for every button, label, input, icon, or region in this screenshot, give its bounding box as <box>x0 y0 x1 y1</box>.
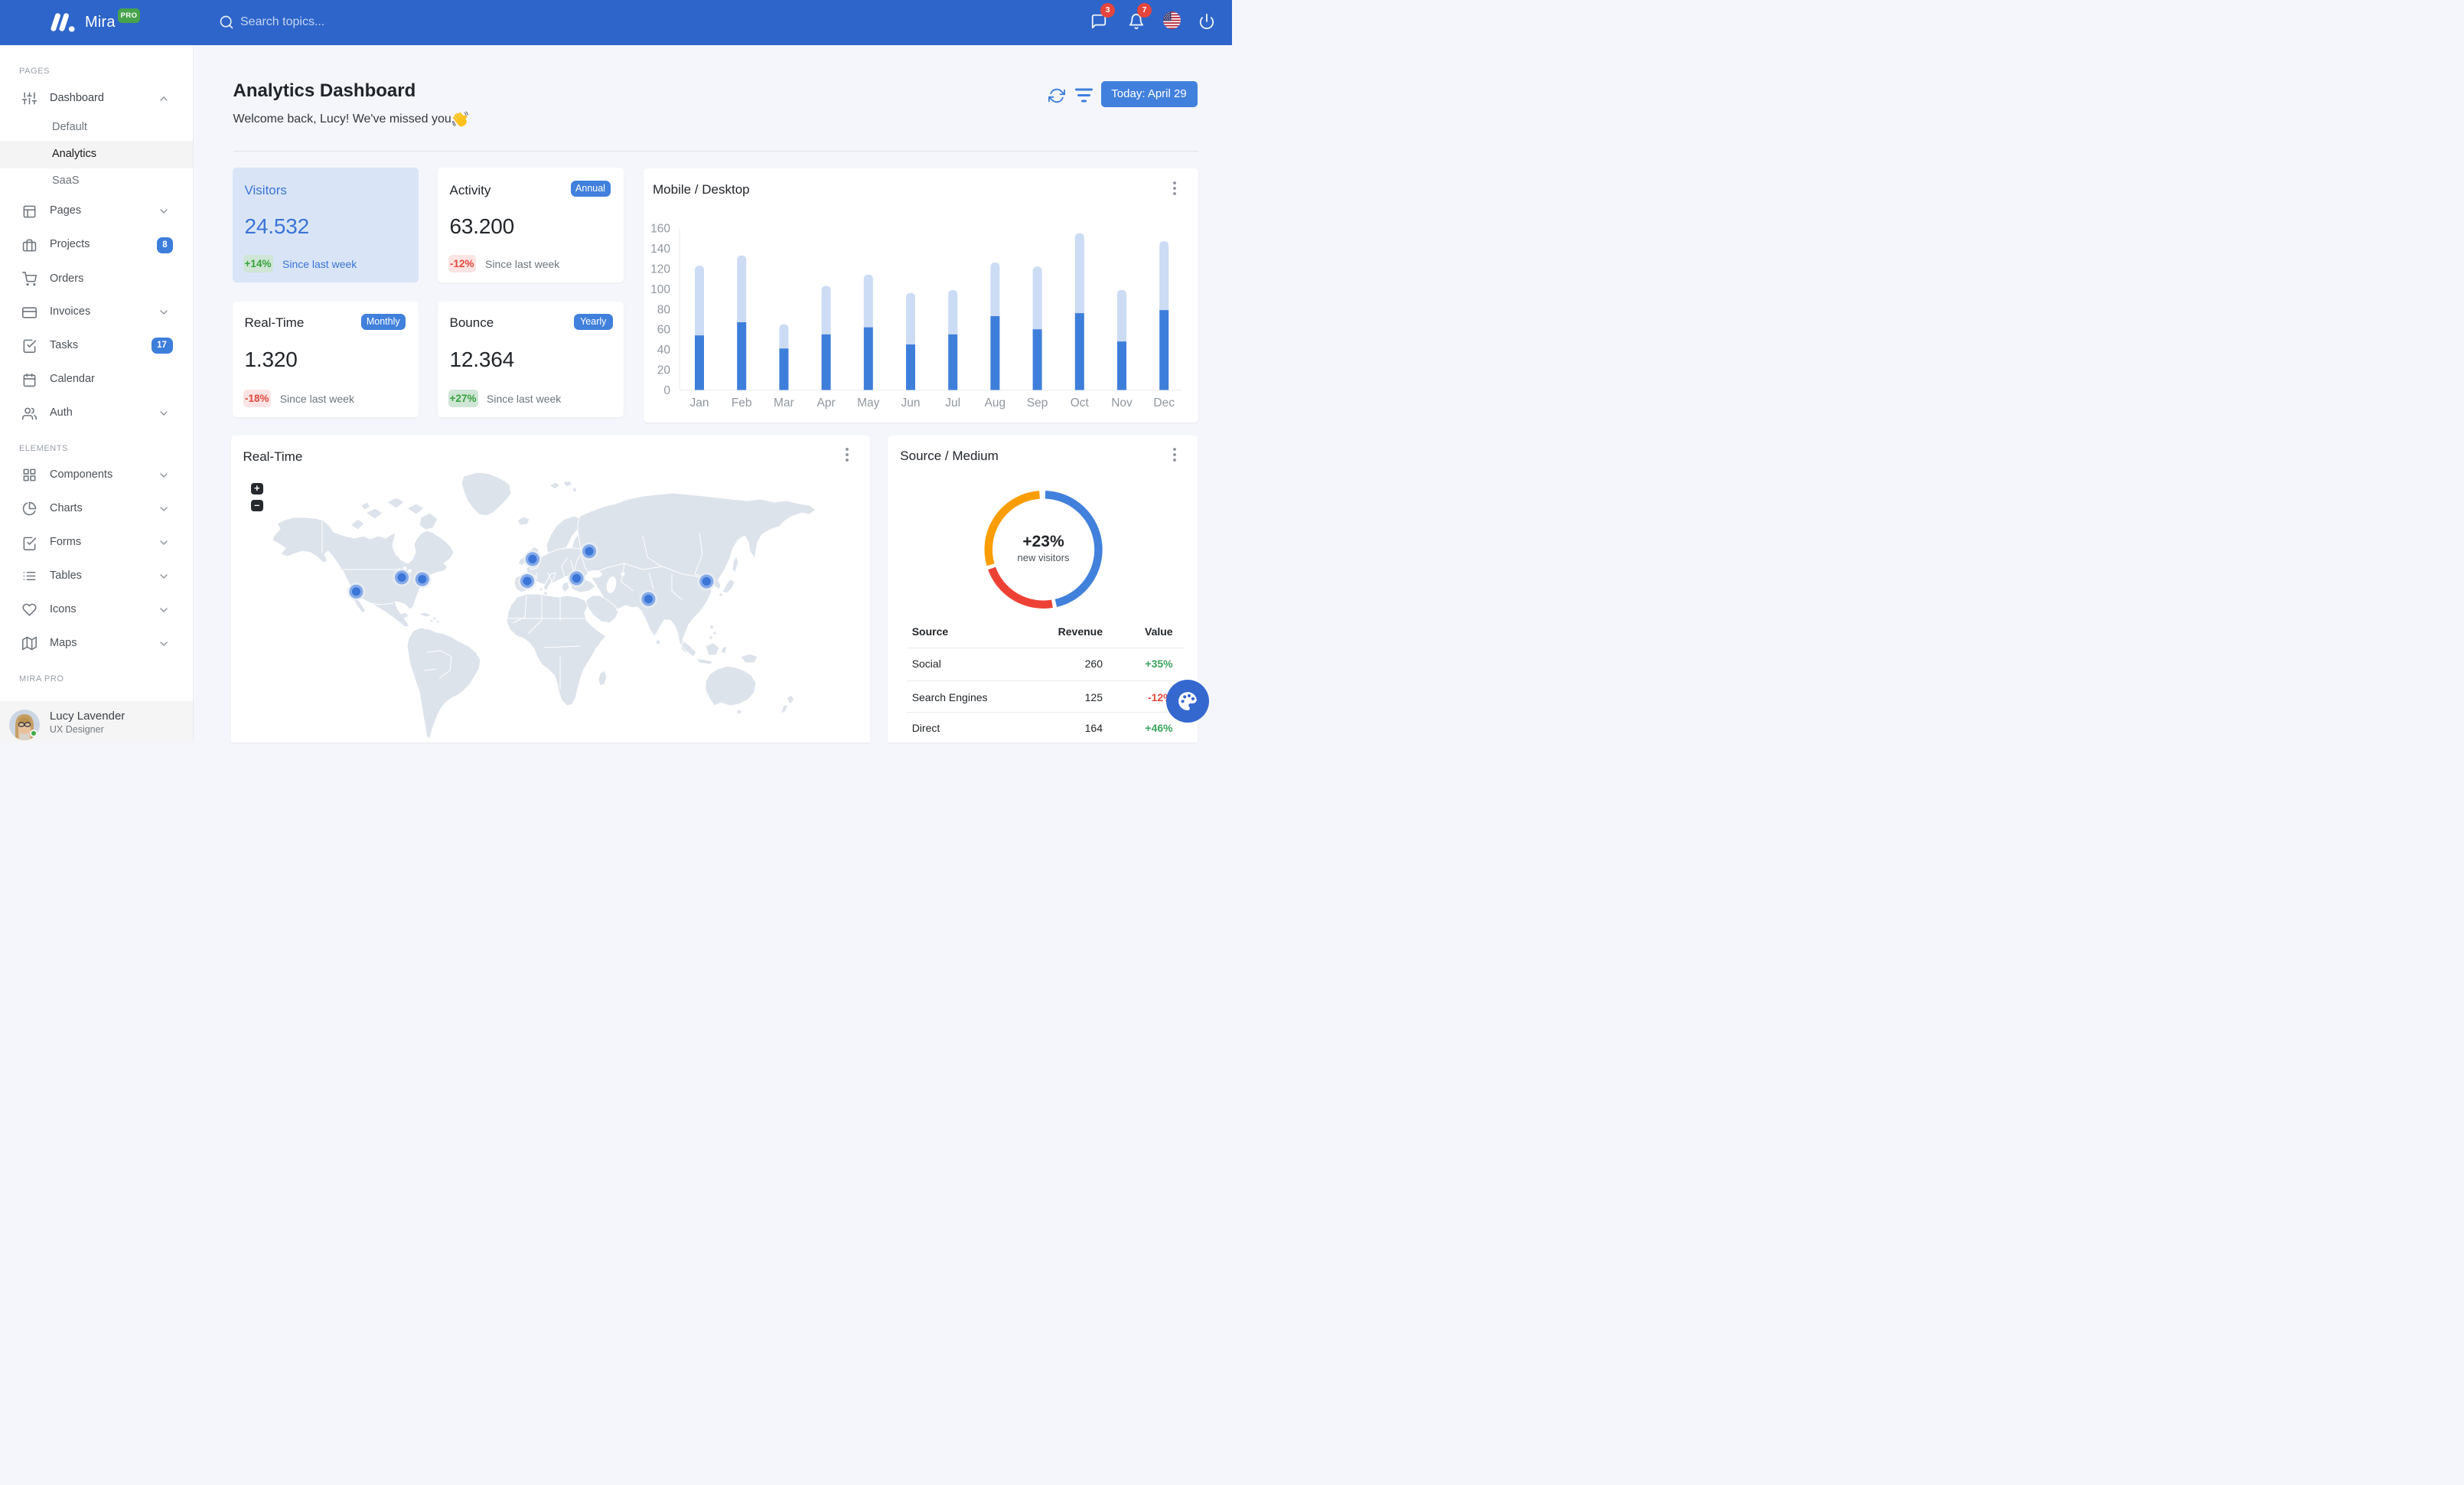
svg-text:160: 160 <box>650 222 670 235</box>
svg-text:Jul: Jul <box>945 397 960 410</box>
svg-text:0: 0 <box>663 384 670 397</box>
svg-text:40: 40 <box>657 344 671 357</box>
svg-text:140: 140 <box>650 243 670 256</box>
svg-text:Oct: Oct <box>1071 397 1090 410</box>
svg-text:Apr: Apr <box>817 397 836 410</box>
svg-text:Dec: Dec <box>1153 397 1175 410</box>
svg-text:Jan: Jan <box>690 397 709 410</box>
svg-text:100: 100 <box>650 282 670 295</box>
svg-text:Aug: Aug <box>985 397 1006 410</box>
svg-text:60: 60 <box>657 323 671 336</box>
svg-text:80: 80 <box>657 303 671 316</box>
svg-text:Sep: Sep <box>1027 397 1048 410</box>
svg-text:Jun: Jun <box>901 397 921 410</box>
svg-text:Mar: Mar <box>774 397 794 410</box>
svg-text:20: 20 <box>657 364 671 377</box>
svg-text:May: May <box>857 397 880 410</box>
svg-text:Feb: Feb <box>732 397 752 410</box>
svg-text:Nov: Nov <box>1111 397 1133 410</box>
svg-text:120: 120 <box>650 263 670 276</box>
